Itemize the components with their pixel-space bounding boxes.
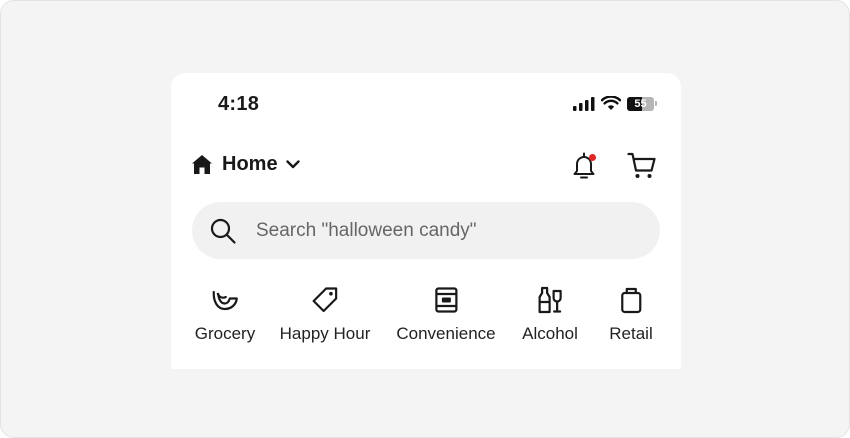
- battery-nub: [655, 101, 657, 106]
- wifi-icon: [601, 96, 621, 110]
- convenience-store-icon: [434, 287, 458, 313]
- grocery-icon: [212, 290, 239, 311]
- battery-icon: 55: [627, 96, 654, 111]
- chevron-down-icon: [285, 160, 300, 169]
- battery-level: 55: [634, 97, 647, 110]
- category-grocery[interactable]: Grocery: [195, 285, 255, 344]
- location-selector[interactable]: Home: [191, 153, 300, 176]
- location-label: Home: [222, 153, 278, 175]
- notifications-button[interactable]: [571, 151, 599, 181]
- cellular-signal-icon: [573, 96, 595, 111]
- category-retail[interactable]: Retail: [609, 285, 653, 344]
- shopping-bag-icon: [620, 287, 642, 314]
- app-screen: 4:18 55 Home Search "halloween candy" Gr…: [171, 73, 681, 369]
- category-label: Convenience: [396, 324, 496, 343]
- canvas-background: 4:18 55 Home Search "halloween candy" Gr…: [0, 0, 850, 438]
- category-label: Retail: [609, 324, 653, 343]
- search-input[interactable]: [254, 218, 638, 243]
- category-label: Happy Hour: [279, 324, 371, 343]
- notification-dot: [589, 154, 596, 161]
- status-time: 4:18: [218, 93, 260, 115]
- category-happy-hour[interactable]: Happy Hour: [279, 285, 371, 344]
- home-icon: [192, 155, 212, 174]
- alcohol-bottles-icon: [538, 286, 562, 314]
- cart-button[interactable]: [627, 151, 657, 181]
- category-label: Grocery: [194, 324, 256, 343]
- cart-icon: [627, 152, 656, 178]
- search-bar[interactable]: [192, 202, 660, 259]
- category-row: Grocery Happy Hour Convenience Alcohol R…: [171, 285, 681, 365]
- price-tag-icon: [312, 287, 338, 313]
- category-alcohol[interactable]: Alcohol: [522, 285, 578, 344]
- status-icons: 55: [573, 96, 657, 111]
- search-icon: [210, 218, 236, 244]
- category-label: Alcohol: [522, 324, 578, 343]
- category-convenience[interactable]: Convenience: [396, 285, 496, 344]
